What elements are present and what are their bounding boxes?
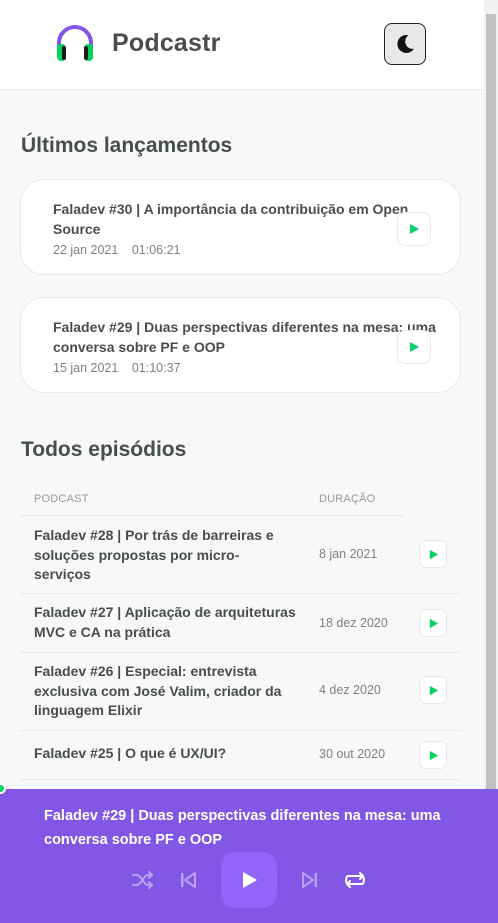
- episode-title[interactable]: Faladev #30 | A importância da contribui…: [53, 199, 413, 239]
- play-icon: [243, 872, 257, 888]
- play-episode-button[interactable]: [419, 609, 447, 637]
- episode-date: 22 jan 2021: [53, 243, 119, 257]
- episode-date: 15 jan 2021: [53, 361, 119, 375]
- next-button[interactable]: [299, 869, 321, 891]
- play-pause-button[interactable]: [221, 852, 277, 908]
- episode-title[interactable]: Faladev #29 | Duas perspectivas diferent…: [53, 317, 445, 357]
- episode-title[interactable]: Faladev #28 | Por trás de barreiras e so…: [34, 526, 296, 585]
- episode-date: 18 dez 2020: [319, 616, 388, 630]
- repeat-button[interactable]: [343, 869, 367, 891]
- episode-title[interactable]: Faladev #26 | Especial: entrevista exclu…: [34, 662, 296, 721]
- episode-title[interactable]: Faladev #27 | Aplicação de arquiteturas …: [34, 603, 296, 642]
- progress-slider-handle[interactable]: [0, 783, 6, 794]
- table-row[interactable]: Faladev #26 | Especial: entrevista exclu…: [20, 653, 461, 731]
- play-icon: [429, 685, 438, 695]
- episode-meta: 15 jan 2021 01:10:37: [53, 361, 181, 375]
- latest-episode-card[interactable]: Faladev #29 | Duas perspectivas diferent…: [20, 297, 461, 393]
- next-icon: [302, 872, 317, 888]
- episode-date: 30 out 2020: [319, 747, 386, 761]
- column-header-podcast: Podcast: [34, 493, 89, 505]
- episode-date: 4 dez 2020: [319, 683, 381, 697]
- headphones-icon: [57, 25, 93, 61]
- play-episode-button[interactable]: [397, 330, 431, 364]
- moon-icon: [397, 34, 414, 53]
- play-icon: [410, 224, 419, 234]
- table-row[interactable]: Faladev #28 | Por trás de barreiras e so…: [20, 516, 461, 594]
- episode-date: 8 jan 2021: [319, 547, 378, 561]
- now-playing-title: Faladev #29 | Duas perspectivas diferent…: [44, 808, 441, 848]
- scrollbar-thumb[interactable]: [486, 14, 496, 790]
- shuffle-icon: [132, 871, 153, 889]
- shuffle-button[interactable]: [131, 869, 155, 891]
- play-episode-button[interactable]: [419, 676, 447, 704]
- episode-meta: 22 jan 2021 01:06:21: [53, 243, 181, 257]
- previous-button[interactable]: [177, 869, 199, 891]
- all-episodes-section-title: Todos episódios: [21, 438, 187, 461]
- play-icon: [429, 750, 438, 760]
- repeat-icon: [345, 872, 365, 888]
- episode-duration: 01:10:37: [131, 361, 181, 375]
- play-episode-button[interactable]: [419, 741, 447, 769]
- column-header-duration: Duração: [319, 493, 376, 505]
- app-title: Podcastr: [112, 29, 221, 57]
- play-icon: [410, 342, 419, 352]
- play-episode-button[interactable]: [419, 540, 447, 568]
- episode-duration: 01:06:21: [131, 243, 181, 257]
- player-bar: Faladev #29 | Duas perspectivas diferent…: [0, 783, 498, 923]
- play-icon: [429, 618, 438, 628]
- latest-section-title: Últimos lançamentos: [21, 134, 233, 157]
- episode-title[interactable]: Faladev #25 | O que é UX/UI?: [34, 744, 296, 764]
- latest-episode-card[interactable]: Faladev #30 | A importância da contribui…: [20, 179, 461, 275]
- play-icon: [429, 549, 438, 559]
- play-episode-button[interactable]: [397, 212, 431, 246]
- theme-toggle-button[interactable]: [384, 23, 426, 65]
- previous-icon: [181, 872, 196, 888]
- table-row[interactable]: Faladev #27 | Aplicação de arquiteturas …: [20, 594, 461, 653]
- header: Podcastr: [0, 0, 484, 90]
- table-row[interactable]: Faladev #25 | O que é UX/UI? 30 out 2020: [20, 731, 461, 780]
